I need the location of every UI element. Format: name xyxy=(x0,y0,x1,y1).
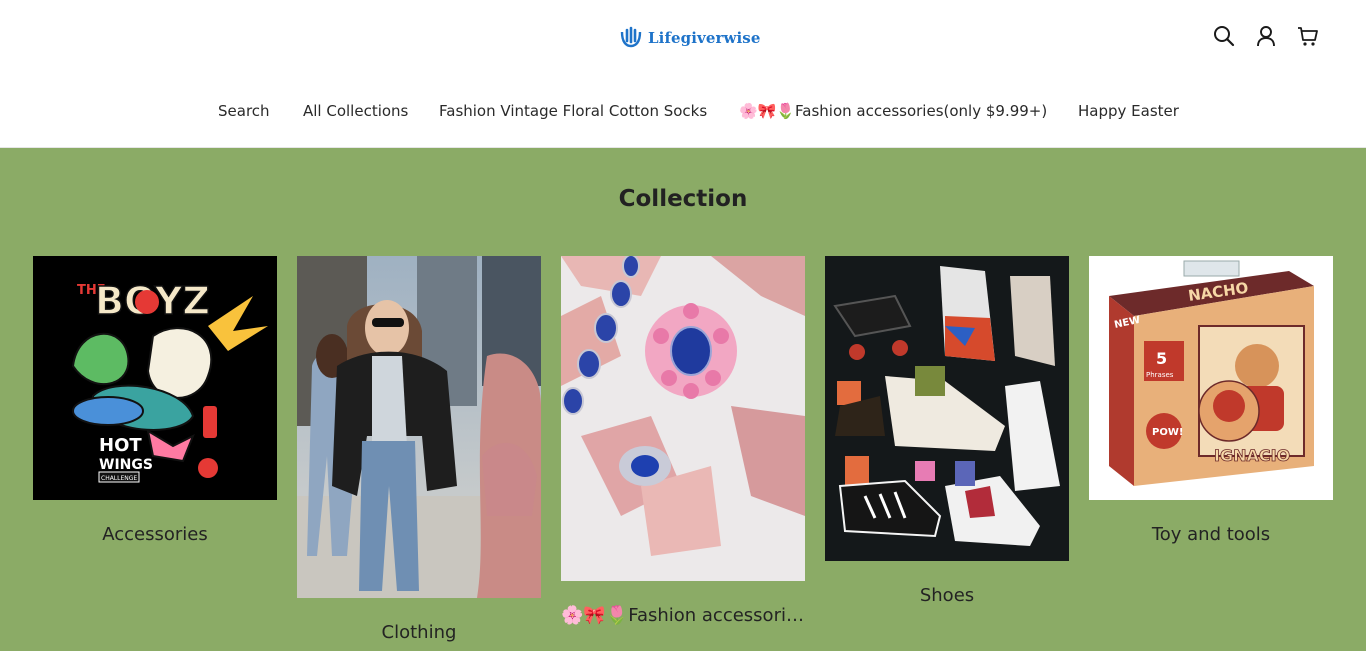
collection-image-shoes[interactable] xyxy=(825,256,1069,561)
collection-section: Collection THE BOYZ HOT WINGS CHALLENGE xyxy=(0,148,1366,651)
account-icon[interactable] xyxy=(1254,24,1278,48)
collection-image-toy-and-tools[interactable]: NACHO NEW 5 Phrases POW! IGNACIO xyxy=(1089,256,1333,500)
art-text-pow: POW! xyxy=(1152,427,1183,438)
collection-card-shoes[interactable]: Shoes xyxy=(825,256,1069,606)
nav-item-floral-socks[interactable]: Fashion Vintage Floral Cotton Socks xyxy=(439,100,707,122)
logo-mark-icon xyxy=(620,26,642,48)
collection-card-toy-and-tools[interactable]: NACHO NEW 5 Phrases POW! IGNACIO Toy and… xyxy=(1089,256,1333,545)
nav-item-all-collections[interactable]: All Collections xyxy=(303,100,408,122)
nav-item-happy-easter[interactable]: Happy Easter xyxy=(1078,100,1179,122)
art-text-challenge: CHALLENGE xyxy=(101,475,137,482)
nav-item-fashion-accessories[interactable]: 🌸🎀🌷Fashion accessories(only $9.99+) xyxy=(739,100,1047,122)
card-label-toy-and-tools[interactable]: Toy and tools xyxy=(1089,524,1333,545)
brand-name: Lifegiverwise xyxy=(648,29,761,47)
collection-card-clothing[interactable]: Clothing xyxy=(297,256,541,643)
card-label-clothing[interactable]: Clothing xyxy=(297,622,541,643)
collection-image-clothing[interactable] xyxy=(297,256,541,598)
art-text-five: 5 xyxy=(1156,349,1167,368)
nav-item-search[interactable]: Search xyxy=(218,100,270,122)
section-title: Collection xyxy=(618,186,748,212)
art-text-ignacio: IGNACIO xyxy=(1214,446,1290,465)
collection-card-fashion-accessories[interactable]: 🌸🎀🌷Fashion accessories(only $9.99+) xyxy=(561,256,805,626)
search-icon[interactable] xyxy=(1212,24,1236,48)
card-label-shoes[interactable]: Shoes xyxy=(825,585,1069,606)
collection-image-fashion-accessories[interactable] xyxy=(561,256,805,581)
main-nav: Search All Collections Fashion Vintage F… xyxy=(0,100,1366,124)
art-text-wings: WINGS xyxy=(99,457,153,473)
brand-logo[interactable]: Lifegiverwise xyxy=(618,24,761,52)
cart-icon[interactable] xyxy=(1296,24,1320,48)
card-label-fashion-accessories[interactable]: 🌸🎀🌷Fashion accessories(only $9.99+) xyxy=(561,605,805,626)
site-header: Lifegiverwise Search All Collections Fas… xyxy=(0,0,1366,148)
art-text-phrases: Phrases xyxy=(1146,371,1174,379)
collection-image-accessories[interactable]: THE BOYZ HOT WINGS CHALLENGE xyxy=(33,256,277,500)
card-label-accessories[interactable]: Accessories xyxy=(33,524,277,545)
collection-card-accessories[interactable]: THE BOYZ HOT WINGS CHALLENGE Accessories xyxy=(33,256,277,545)
art-text-hot: HOT xyxy=(99,435,142,456)
header-actions xyxy=(1212,24,1320,48)
